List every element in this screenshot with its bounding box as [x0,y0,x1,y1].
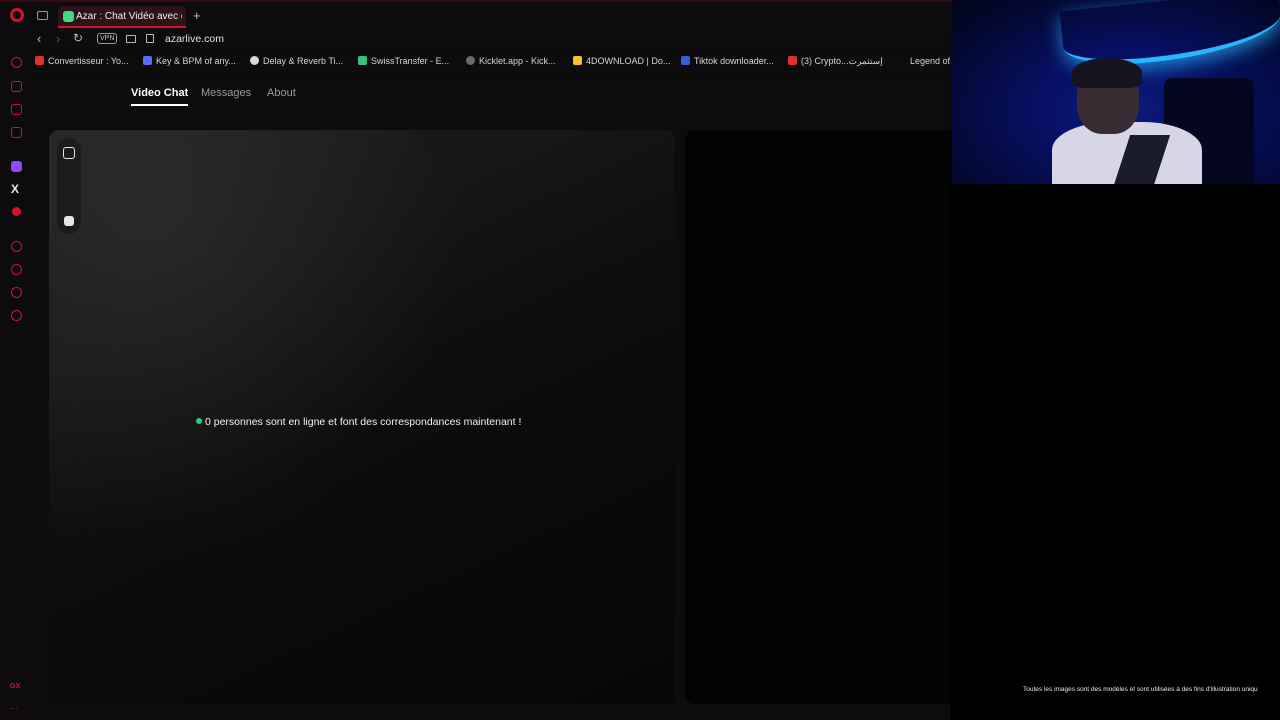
camera-icon[interactable] [126,35,136,43]
local-video-panel: 0 personnes sont en ligne et font des co… [49,130,675,704]
folder-icon [573,56,582,65]
reload-icon[interactable]: ↻ [73,31,83,45]
settings-gear-icon[interactable] [11,310,22,321]
bookmark-favicon-icon [35,56,44,65]
bookmark-label: Tiktok downloader... [694,56,774,66]
bookmark-item[interactable]: SwissTransfer - E... [358,56,449,66]
swap-camera-icon[interactable] [63,147,75,159]
bookmark-item[interactable]: Tiktok downloader... [681,56,774,66]
bookmark-item[interactable]: 4DOWNLOAD | Do... [573,56,670,66]
azar-page: Video Chat Messages About 0 personnes so… [32,74,965,720]
bookmark-item[interactable]: Key & BPM of any... [143,56,236,66]
address-bar: ‹ › ↻ VPN azarlive.com [0,30,950,50]
azar-favicon-icon [63,11,74,22]
bookmark-label: (3) Crypto...إستثمرت [801,56,883,66]
tab-video-chat[interactable]: Video Chat [131,87,189,106]
music-player-icon[interactable] [12,207,21,216]
opera-gx-sidebar: X GX ... [0,50,32,720]
webcam-overlay [952,0,1280,184]
bookmark-item[interactable]: (3) Crypto...إستثمرت [788,56,883,67]
tab-messages[interactable]: Messages [201,87,251,99]
bookmark-item[interactable]: Delay & Reverb Ti... [250,56,343,66]
tab-about[interactable]: About [267,87,296,99]
online-dot-icon [196,418,202,424]
bookmark-favicon-icon [250,56,259,65]
new-tab-button[interactable]: + [193,8,201,23]
lock-icon[interactable] [146,34,154,43]
bookmark-favicon-icon [358,56,367,65]
gx-mods-icon[interactable] [11,127,22,138]
gx-store-icon[interactable] [11,81,22,92]
disclaimer-text: Toutes les images sont des modèles et so… [1023,686,1258,693]
gx-control-icon[interactable] [11,57,22,68]
bookmark-label: SwissTransfer - E... [371,56,450,66]
x-twitter-icon[interactable]: X [11,182,22,196]
bookmark-favicon-icon [466,56,475,65]
bookmark-label: Kicklet.app - Kick... [479,56,556,66]
person-hair [1072,58,1142,88]
remote-video-panel [685,130,965,704]
bookmark-favicon-icon [143,56,152,65]
face-filter-icon[interactable] [64,216,74,226]
bookmark-label: 4DOWNLOAD | Do... [586,56,671,66]
history-icon[interactable] [11,264,22,275]
vpn-badge[interactable]: VPN [97,33,118,44]
bookmark-item[interactable]: Convertisseur : Yo... [35,56,129,66]
url-field[interactable]: azarlive.com [165,33,224,45]
back-arrow-icon[interactable]: ‹ [37,31,41,46]
forward-arrow-icon[interactable]: › [56,31,60,46]
online-count-status: 0 personnes sont en ligne et font des co… [196,416,521,428]
bookmark-item[interactable]: Kicklet.app - Kick... [466,56,556,66]
bookmark-label: Key & BPM of any... [156,56,236,66]
video-controls-pill [57,138,81,234]
panel-sheen [49,130,489,590]
bookmark-item[interactable]: Legend of [910,56,950,66]
bookmark-label: Delay & Reverb Ti... [263,56,344,66]
gx-corner-icon[interactable] [11,104,22,115]
opera-logo-icon[interactable] [10,8,24,22]
browser-tab-active[interactable]: Azar : Chat Vidéo avec de [58,6,186,28]
bookmark-label: Legend of [910,56,951,66]
bookmark-label: Convertisseur : Yo... [48,56,129,66]
bookmarks-bar: Convertisseur : Yo... Key & BPM of any..… [30,52,950,72]
youtube-icon [788,56,797,65]
tab-workspaces-icon[interactable] [37,11,48,20]
extensions-icon[interactable] [11,287,22,298]
online-status-text: 0 personnes sont en ligne et font des co… [205,416,522,428]
tab-title: Azar : Chat Vidéo avec de [76,11,182,22]
screen: Azar : Chat Vidéo avec de + ‹ › ↻ VPN az… [0,0,1280,720]
player-icon[interactable] [11,241,22,252]
twitch-icon[interactable] [11,161,22,172]
overlay-black-area [950,184,1280,720]
bookmark-favicon-icon [681,56,690,65]
gx-label: GX [10,683,21,690]
more-options-icon[interactable]: ... [10,701,18,711]
